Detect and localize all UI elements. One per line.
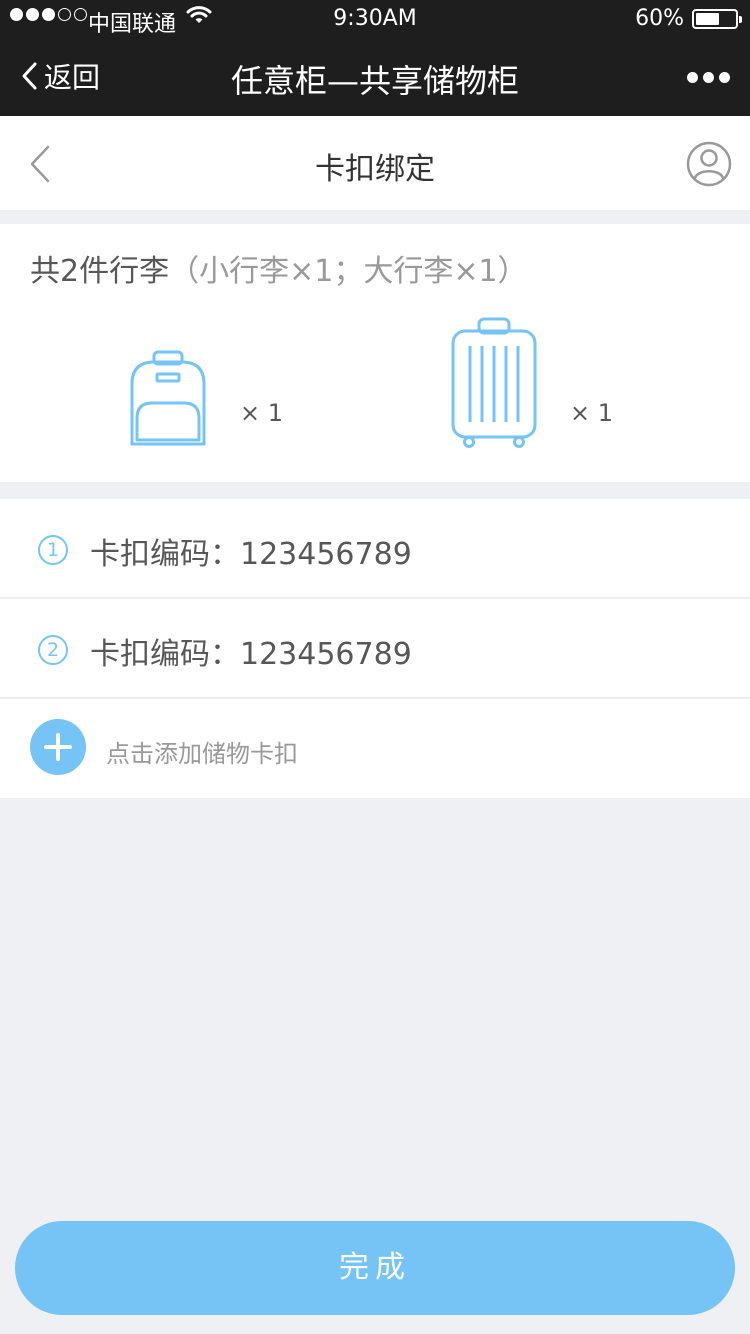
- done-button[interactable]: 完成: [15, 1221, 735, 1315]
- luggage-detail: （小行李×1；大行李×1）: [169, 254, 528, 289]
- user-profile-icon[interactable]: [686, 141, 732, 187]
- backpack-icon: [130, 350, 206, 446]
- status-bar: 中国联通 9:30AM 60%: [0, 0, 750, 40]
- suitcase-icon: [451, 317, 537, 448]
- buckle-row-1[interactable]: 1 卡扣编码：123456789: [0, 499, 750, 598]
- luggage-count: 共2件行李: [30, 254, 170, 289]
- suitcase-quantity: × 1: [570, 399, 614, 427]
- luggage-card: 共2件行李（小行李×1；大行李×1） × 1 × 1: [0, 224, 750, 482]
- luggage-summary: 共2件行李（小行李×1；大行李×1）: [30, 246, 528, 290]
- number-2-icon: 2: [38, 635, 68, 665]
- add-plus-icon[interactable]: [30, 719, 86, 775]
- buckle-code-label: 卡扣编码：123456789: [90, 537, 412, 572]
- buckle-row-2[interactable]: 2 卡扣编码：123456789: [0, 599, 750, 698]
- add-buckle-row[interactable]: 点击添加储物卡扣: [0, 699, 750, 798]
- add-buckle-label: 点击添加储物卡扣: [106, 740, 298, 768]
- page-title: 卡扣绑定: [315, 152, 435, 187]
- title-bar: 返回 任意柜—共享储物柜: [0, 40, 750, 116]
- more-menu-icon[interactable]: [687, 72, 730, 83]
- page-header: 卡扣绑定: [0, 116, 750, 210]
- battery-icon: [692, 9, 742, 29]
- buckle-code-label: 卡扣编码：123456789: [90, 637, 412, 672]
- wechat-top-bar: 中国联通 9:30AM 60% 返回 任意柜—共享储物柜: [0, 0, 750, 116]
- battery-percent: 60%: [635, 6, 684, 31]
- number-1-icon: 1: [38, 535, 68, 565]
- app-title: 任意柜—共享储物柜: [230, 62, 519, 100]
- backpack-quantity: × 1: [240, 399, 284, 427]
